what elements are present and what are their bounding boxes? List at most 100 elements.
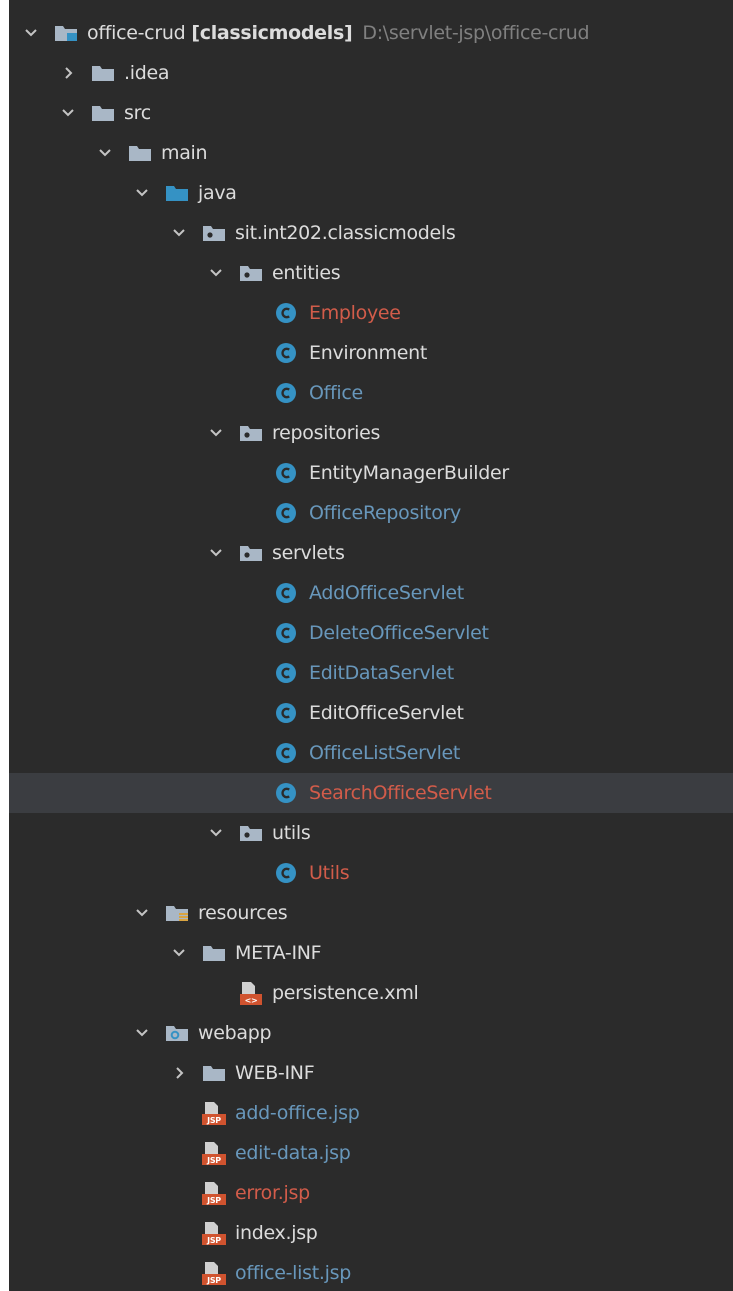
tree-row[interactable]: JSP index.jsp [9, 1213, 733, 1253]
class-icon [275, 853, 297, 893]
folder-icon [90, 53, 116, 93]
tree-row[interactable]: Employee [9, 293, 733, 333]
resources-root-folder-icon [164, 893, 190, 933]
tree-row[interactable]: utils [9, 813, 733, 853]
chevron-down-icon[interactable] [131, 173, 153, 213]
tree-item-label: sit.int202.classicmodels [235, 222, 456, 244]
chevron-down-icon[interactable] [168, 933, 190, 973]
tree-item-label: WEB-INF [235, 1062, 315, 1084]
tree-item-label: .idea [124, 62, 170, 84]
chevron-right-icon[interactable] [168, 1053, 190, 1093]
class-icon [275, 733, 297, 773]
tree-row[interactable]: src [9, 93, 733, 133]
class-icon [275, 373, 297, 413]
tree-row[interactable]: OfficeListServlet [9, 733, 733, 773]
tree-item-label: src [124, 102, 151, 124]
tree-row[interactable]: webapp [9, 1013, 733, 1053]
svg-text:JSP: JSP [206, 1196, 221, 1205]
chevron-down-icon[interactable] [205, 533, 227, 573]
tree-item-label: EditDataServlet [309, 662, 454, 684]
folder-icon [90, 93, 116, 133]
jsp-file-icon: JSP [201, 1213, 227, 1253]
tree-row[interactable]: servlets [9, 533, 733, 573]
project-label: office-crud [classicmodels] D:\servlet-jsp… [87, 13, 590, 53]
tree-item-label: edit-data.jsp [235, 1142, 351, 1164]
tree-item-label: OfficeListServlet [309, 742, 461, 764]
tree-row[interactable]: JSP office-list.jsp [9, 1253, 733, 1291]
class-icon [275, 293, 297, 333]
folder-icon [127, 133, 153, 173]
tree-item-label: Employee [309, 302, 401, 324]
chevron-down-icon[interactable] [20, 13, 42, 53]
tree-item-label: entities [272, 262, 341, 284]
tree-item-label: SearchOfficeServlet [309, 782, 492, 804]
package-icon [201, 213, 227, 253]
jsp-file-icon: JSP [201, 1253, 227, 1291]
tree-row[interactable]: OfficeRepository [9, 493, 733, 533]
tree-item-label: add-office.jsp [235, 1102, 360, 1124]
tree-row[interactable]: AddOfficeServlet [9, 573, 733, 613]
chevron-down-icon[interactable] [94, 133, 116, 173]
class-icon [275, 333, 297, 373]
tree-row[interactable]: SearchOfficeServlet [9, 773, 733, 813]
tree-row[interactable]: EditDataServlet [9, 653, 733, 693]
project-path: D:\servlet-jsp\office-crud [362, 22, 590, 44]
tree-row[interactable]: <> persistence.xml [9, 973, 733, 1013]
tree-item-label: servlets [272, 542, 345, 564]
tree-row[interactable]: main [9, 133, 733, 173]
tree-item-label: webapp [198, 1022, 272, 1044]
tree-row[interactable]: entities [9, 253, 733, 293]
chevron-down-icon[interactable] [205, 413, 227, 453]
folder-icon [201, 933, 227, 973]
svg-text:JSP: JSP [206, 1116, 221, 1125]
module-name: [classicmodels] [191, 22, 353, 44]
package-icon [238, 533, 264, 573]
tree-row[interactable]: java [9, 173, 733, 213]
tree-item-label: main [161, 142, 208, 164]
tree-row[interactable]: JSP error.jsp [9, 1173, 733, 1213]
tree-row[interactable]: EditOfficeServlet [9, 693, 733, 733]
tree-item-label: Environment [309, 342, 428, 364]
chevron-down-icon[interactable] [57, 93, 79, 133]
tree-row[interactable]: sit.int202.classicmodels [9, 213, 733, 253]
module-folder-icon [53, 13, 79, 53]
tree-row[interactable]: EntityManagerBuilder [9, 453, 733, 493]
xml-file-icon: <> [238, 973, 264, 1013]
folder-icon [201, 1053, 227, 1093]
tree-row[interactable]: office-crud [classicmodels] D:\servlet-jsp… [9, 13, 733, 53]
tree-row[interactable]: JSP edit-data.jsp [9, 1133, 733, 1173]
tree-row[interactable]: Environment [9, 333, 733, 373]
tree-row[interactable]: .idea [9, 53, 733, 93]
project-tree-panel: office-crud [classicmodels] D:\servlet-jsp… [9, 0, 733, 1291]
chevron-down-icon[interactable] [131, 1013, 153, 1053]
chevron-down-icon[interactable] [205, 253, 227, 293]
tree-row[interactable]: DeleteOfficeServlet [9, 613, 733, 653]
svg-text:JSP: JSP [206, 1276, 221, 1285]
chevron-down-icon[interactable] [168, 213, 190, 253]
class-icon [275, 653, 297, 693]
package-icon [238, 253, 264, 293]
class-icon [275, 613, 297, 653]
tree-item-label: persistence.xml [272, 982, 419, 1004]
tree-item-label: utils [272, 822, 311, 844]
chevron-down-icon[interactable] [131, 893, 153, 933]
tree-row[interactable]: repositories [9, 413, 733, 453]
tree-row[interactable]: Utils [9, 853, 733, 893]
chevron-right-icon[interactable] [57, 53, 79, 93]
tree-row[interactable]: WEB-INF [9, 1053, 733, 1093]
class-icon [275, 573, 297, 613]
source-root-folder-icon [164, 173, 190, 213]
chevron-down-icon[interactable] [205, 813, 227, 853]
tree-item-label: EditOfficeServlet [309, 702, 464, 724]
tree-item-label: java [198, 182, 237, 204]
tree-row[interactable]: META-INF [9, 933, 733, 973]
web-folder-icon [164, 1013, 190, 1053]
tree-item-label: index.jsp [235, 1222, 318, 1244]
class-icon [275, 693, 297, 733]
package-icon [238, 413, 264, 453]
tree-row[interactable]: Office [9, 373, 733, 413]
jsp-file-icon: JSP [201, 1173, 227, 1213]
tree-row[interactable]: JSP add-office.jsp [9, 1093, 733, 1133]
tree-row[interactable]: resources [9, 893, 733, 933]
tree-item-label: resources [198, 902, 288, 924]
